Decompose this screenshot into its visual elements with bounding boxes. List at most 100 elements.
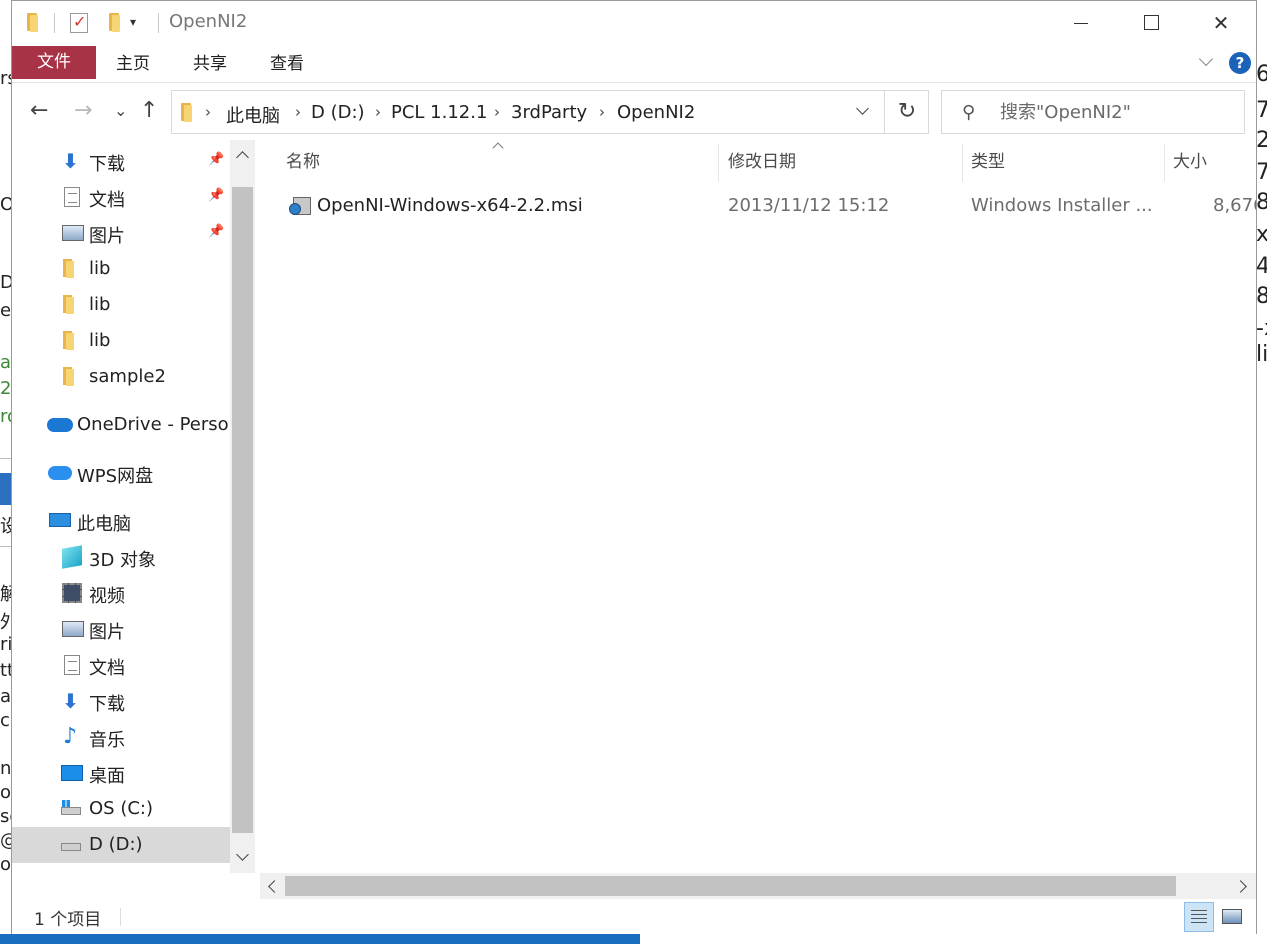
breadcrumb-separator-icon[interactable]: › [599, 103, 605, 121]
os-drive-icon [61, 800, 81, 815]
address-history-dropdown-icon[interactable] [844, 91, 884, 133]
file-type: Windows Installer ... [971, 195, 1153, 216]
column-header-date-modified[interactable]: 修改日期 [728, 140, 796, 182]
desktop-icon [61, 765, 83, 781]
scrollbar-thumb[interactable] [285, 876, 1176, 896]
scroll-right-icon[interactable] [1231, 873, 1256, 899]
tab-view[interactable]: 查看 [270, 46, 304, 79]
column-divider[interactable] [962, 144, 963, 182]
this-pc-icon [49, 513, 71, 527]
bg-text: x6 [1256, 222, 1267, 247]
sidebar-item-lib[interactable]: lib [12, 287, 230, 323]
breadcrumb-separator-icon[interactable]: › [375, 103, 381, 121]
pin-icon[interactable]: 📌 [208, 152, 224, 167]
close-button[interactable]: ✕ [1198, 1, 1244, 45]
3d-objects-icon [62, 545, 82, 569]
scroll-down-icon[interactable] [230, 843, 255, 873]
sidebar-item-label: 音乐 [89, 730, 125, 751]
pin-icon[interactable]: 📌 [208, 224, 224, 239]
sidebar-item-label: 图片 [89, 622, 125, 643]
tab-share[interactable]: 共享 [193, 46, 227, 79]
bg-text: 2- [1256, 128, 1267, 153]
sidebar-scrollbar[interactable] [230, 140, 255, 873]
large-icons-view-button[interactable] [1217, 902, 1247, 932]
status-divider [120, 908, 121, 926]
bg-text: 4 [1256, 254, 1267, 279]
sidebar-item-downloads[interactable]: ⬇ 下载 📌 [12, 143, 230, 179]
sidebar-item-videos[interactable]: 视频 [12, 575, 230, 611]
column-header-size[interactable]: 大小 [1173, 140, 1207, 182]
customize-quick-access-dropdown[interactable]: ▾ [130, 15, 136, 29]
search-box[interactable]: ⚲ [941, 90, 1245, 134]
maximize-button[interactable] [1128, 1, 1174, 45]
sidebar-item-os-c[interactable]: OS (C:) [12, 791, 230, 827]
column-header-type[interactable]: 类型 [971, 140, 1005, 182]
bg-text: a [0, 686, 12, 707]
pictures-icon [62, 621, 84, 637]
folder-icon [63, 259, 75, 279]
sidebar-item-3d-objects[interactable]: 3D 对象 [12, 539, 230, 575]
help-button[interactable]: ? [1229, 52, 1251, 74]
expand-ribbon-chevron-icon[interactable] [1198, 54, 1214, 70]
breadcrumb-pcl[interactable]: PCL 1.12.1 [391, 102, 487, 123]
recent-locations-dropdown[interactable]: ⌄ [114, 98, 127, 124]
scroll-left-icon[interactable] [260, 873, 285, 899]
breadcrumb-separator-icon[interactable]: › [295, 103, 301, 121]
window-title: OpenNI2 [169, 11, 248, 32]
breadcrumb-this-pc[interactable]: 此电脑 [226, 102, 280, 128]
sidebar-item-documents[interactable]: 文档 📌 [12, 179, 230, 215]
sidebar-item-sample2[interactable]: sample2 [12, 359, 230, 395]
minimize-button[interactable] [1058, 1, 1104, 45]
column-divider[interactable] [1164, 144, 1165, 182]
back-button[interactable]: ← [30, 98, 48, 124]
sidebar-item-label: 3D 对象 [89, 550, 157, 571]
forward-button[interactable]: → [74, 98, 92, 124]
file-list-horizontal-scrollbar[interactable] [260, 873, 1256, 899]
sidebar-item-lib[interactable]: lib [12, 251, 230, 287]
title-divider [158, 13, 159, 33]
sidebar-item-pictures[interactable]: 图片 📌 [12, 215, 230, 251]
refresh-button[interactable]: ↻ [884, 91, 929, 133]
sidebar-item-music[interactable]: ♪ 音乐 [12, 719, 230, 755]
item-count: 1 个项目 [34, 910, 102, 930]
table-row[interactable]: OpenNI-Windows-x64-2.2.msi 2013/11/12 15… [260, 188, 1256, 224]
sidebar-item-downloads[interactable]: ⬇ 下载 [12, 683, 230, 719]
sidebar-item-lib[interactable]: lib [12, 323, 230, 359]
scrollbar-thumb[interactable] [232, 187, 253, 833]
drive-icon [61, 843, 81, 851]
file-name[interactable]: OpenNI-Windows-x64-2.2.msi [317, 195, 583, 216]
breadcrumb-separator-icon[interactable]: › [494, 103, 500, 121]
properties-check-icon[interactable] [70, 12, 88, 33]
sidebar-item-label: 文档 [89, 658, 125, 679]
search-input[interactable] [1000, 99, 1230, 125]
up-button[interactable]: ↑ [140, 98, 158, 124]
details-view-button[interactable] [1184, 902, 1214, 932]
tab-file[interactable]: 文件 [12, 46, 96, 79]
tab-home[interactable]: 主页 [116, 46, 150, 79]
sidebar-item-d-drive[interactable]: D (D:) [12, 827, 230, 863]
column-header-name[interactable]: 名称 [286, 140, 320, 182]
navigation-bar: ← → ⌄ ↑ › 此电脑 › D (D:) › PCL 1.12.1 › 3r… [12, 84, 1256, 140]
title-divider [54, 13, 55, 33]
wps-cloud-icon [48, 466, 72, 480]
sidebar-item-pictures[interactable]: 图片 [12, 611, 230, 647]
status-bar: 1 个项目 [12, 900, 1256, 934]
address-bar[interactable]: › 此电脑 › D (D:) › PCL 1.12.1 › 3rdParty ›… [171, 90, 929, 134]
column-divider[interactable] [718, 144, 719, 182]
bg-text: 7 [1256, 98, 1267, 123]
file-list: 名称 修改日期 类型 大小 OpenNI-Windows-x64-2.2.msi… [260, 140, 1256, 873]
sidebar-item-desktop[interactable]: 桌面 [12, 755, 230, 791]
sidebar-item-this-pc[interactable]: 此电脑 [12, 503, 230, 539]
breadcrumb-d-drive[interactable]: D (D:) [311, 102, 365, 123]
sidebar-item-onedrive[interactable]: OneDrive - Persor [12, 407, 236, 443]
music-icon: ♪ [63, 724, 78, 749]
document-icon [64, 655, 80, 675]
sidebar-item-wps-cloud[interactable]: WPS网盘 [12, 455, 230, 491]
breadcrumb-3rdparty[interactable]: 3rdParty [511, 102, 587, 123]
breadcrumb-openni2[interactable]: OpenNI2 [617, 102, 695, 123]
pin-icon[interactable]: 📌 [208, 188, 224, 203]
scroll-up-icon[interactable] [230, 140, 255, 170]
sidebar-item-documents[interactable]: 文档 [12, 647, 230, 683]
onedrive-icon [47, 418, 73, 432]
breadcrumb-separator-icon[interactable]: › [205, 103, 211, 121]
